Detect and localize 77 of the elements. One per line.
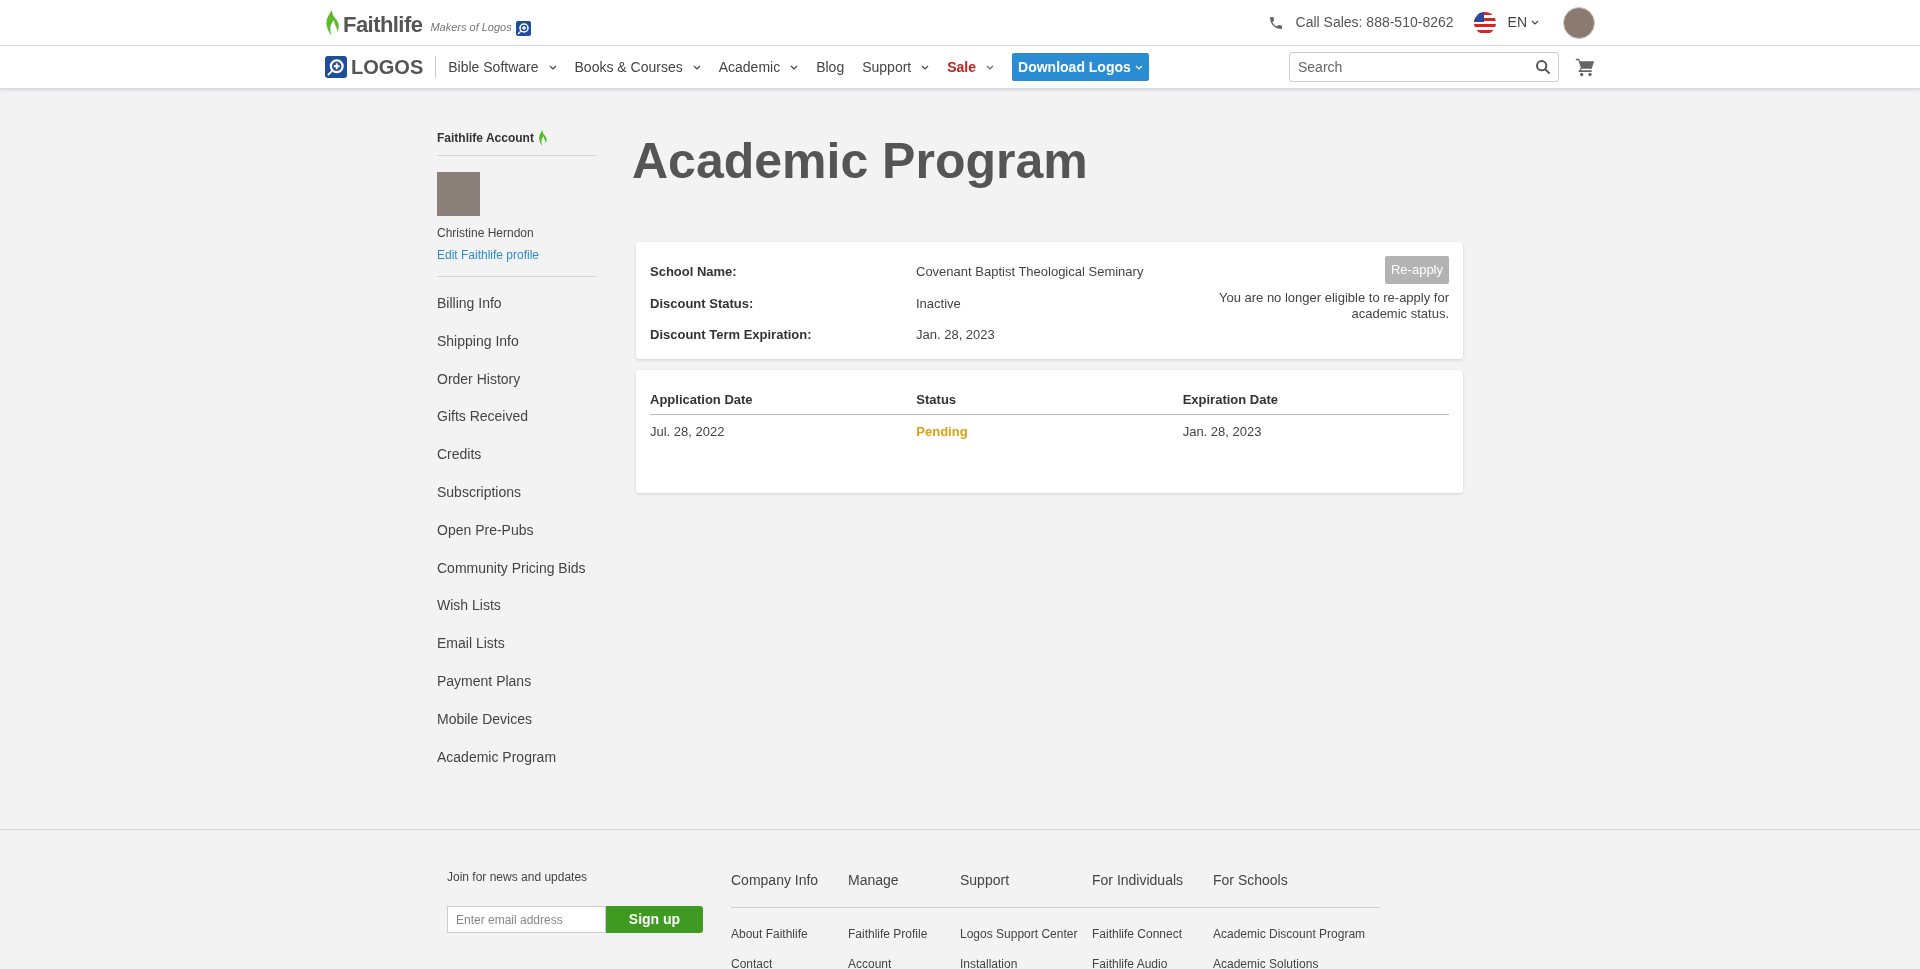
field-label: Discount Status:: [650, 294, 755, 313]
sidebar-link[interactable]: Gifts Received: [437, 398, 596, 437]
sidebar-link[interactable]: Payment Plans: [437, 662, 596, 701]
nav-menu-item[interactable]: Bible Software: [448, 56, 557, 78]
sidebar-link[interactable]: Community Pricing Bids: [437, 549, 596, 588]
email-field[interactable]: Enter email address: [447, 906, 606, 933]
nav-menu-item[interactable]: Sale: [947, 56, 995, 78]
sidebar-link[interactable]: Credits: [437, 436, 596, 474]
us-flag-icon[interactable]: [1473, 11, 1496, 34]
nav-menu-item[interactable]: Academic: [718, 56, 799, 78]
footer-link[interactable]: Logos Support Center: [960, 925, 1092, 943]
caret-icon: [548, 64, 557, 70]
field-value: Inactive: [916, 294, 961, 313]
tagline: Makers of Logos: [430, 20, 512, 35]
field-value: Covenant Baptist Theological Seminary: [916, 263, 1144, 281]
footer-link[interactable]: About Faithlife: [731, 925, 848, 943]
search-icon[interactable]: [1535, 59, 1551, 75]
page-title: Academic Program: [632, 136, 1089, 186]
profile-photo-placeholder: [437, 172, 480, 216]
nav-link[interactable]: Blog: [816, 56, 845, 78]
brand-name[interactable]: Faithlife: [343, 13, 423, 36]
sidebar-link[interactable]: Shipping Info: [437, 322, 596, 361]
footer-link[interactable]: Contact: [731, 955, 848, 969]
footer-link[interactable]: Academic Discount Program: [1213, 925, 1380, 943]
logos-wordmark[interactable]: LOGOS: [351, 52, 424, 82]
sign-up-button[interactable]: Sign up: [606, 906, 703, 933]
table-cell-text: Jul. 28, 2022: [650, 423, 726, 441]
flame-icon: [537, 130, 547, 146]
caret-icon: [1134, 64, 1143, 70]
newsletter-label: Join for news and updates: [447, 869, 589, 886]
footer-heading: Manage: [848, 872, 899, 888]
language-selector[interactable]: EN: [1507, 12, 1539, 33]
logos-logo-icon: [325, 56, 347, 78]
phone-icon: [1267, 14, 1284, 31]
sidebar-link[interactable]: Academic Program: [437, 738, 596, 777]
footer-heading: Company Info: [731, 872, 819, 888]
sidebar-link[interactable]: Billing Info: [437, 285, 596, 323]
footer-link[interactable]: Faithlife Profile: [848, 925, 960, 943]
footer-link[interactable]: Faithlife Connect: [1092, 925, 1213, 943]
sidebar-link[interactable]: Order History: [437, 360, 596, 399]
sidebar-link[interactable]: Open Pre-Pubs: [437, 511, 596, 550]
footer-link[interactable]: Account: [848, 955, 960, 969]
nav-menu-item[interactable]: Books & Courses: [574, 56, 701, 78]
logos-logo-icon: [515, 20, 531, 36]
footer-heading: Support: [960, 872, 1010, 888]
footer-link[interactable]: Installation: [960, 955, 1092, 969]
footer-link[interactable]: Academic Solutions: [1213, 955, 1380, 969]
ineligible-note: You are no longer eligible to re-apply for academic status.: [1217, 289, 1449, 322]
column-header: Expiration Date: [1182, 390, 1279, 409]
column-header: Application Date: [650, 390, 754, 409]
footer-heading: For Individuals: [1092, 872, 1184, 888]
sidebar-link[interactable]: Subscriptions: [437, 474, 596, 512]
user-name: Christine Herndon: [437, 225, 535, 242]
caret-icon: [692, 64, 701, 70]
field-value: Jan. 28, 2023: [916, 326, 995, 344]
caret-icon: [1531, 20, 1539, 25]
footer-heading: For Schools: [1213, 872, 1288, 888]
flame-logo-icon: [325, 9, 339, 36]
sidebar-link[interactable]: Wish Lists: [437, 587, 596, 626]
call-sales-link[interactable]: Call Sales: 888-510-8262: [1295, 12, 1454, 33]
sidebar-link[interactable]: Email Lists: [437, 625, 596, 663]
field-label: School Name:: [650, 263, 738, 281]
caret-icon: [790, 64, 799, 70]
status-text: Pending: [916, 423, 969, 441]
table-cell-text: Jan. 28, 2023: [1182, 423, 1263, 441]
column-header: Status: [916, 390, 958, 409]
download-logos-button[interactable]: Download Logos: [1012, 53, 1149, 81]
caret-icon: [921, 64, 930, 70]
caret-icon: [986, 64, 995, 70]
sidebar-link[interactable]: Mobile Devices: [437, 700, 596, 739]
cart-icon[interactable]: [1575, 57, 1595, 77]
nav-menu-item[interactable]: Support: [862, 56, 930, 78]
user-avatar[interactable]: [1563, 6, 1595, 39]
footer-link[interactable]: Faithlife Audio: [1092, 955, 1213, 969]
account-title: Faithlife Account: [437, 130, 534, 147]
field-label: Discount Term Expiration:: [650, 326, 813, 344]
search-field[interactable]: Search: [1289, 52, 1559, 82]
